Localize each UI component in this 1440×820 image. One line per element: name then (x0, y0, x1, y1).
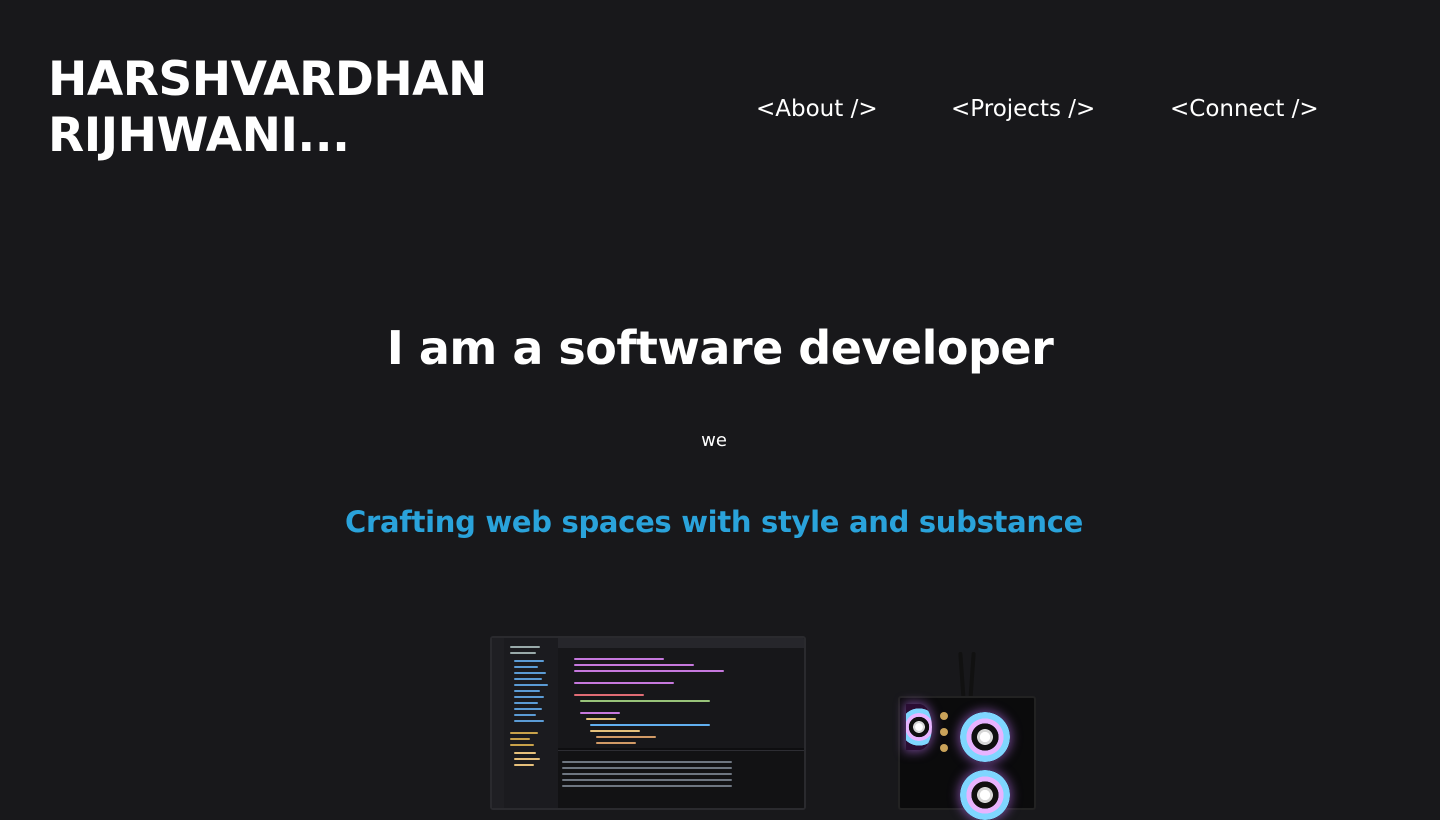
hero-typing-text: we (701, 430, 727, 451)
ide-tab-bar (558, 638, 804, 648)
wifi-antenna (958, 651, 966, 703)
rgb-fan-icon (960, 712, 1010, 762)
ide-code-editor (558, 648, 804, 748)
desktop-computer-illustration (0, 600, 1440, 820)
hero-subtitle: Crafting web spaces with style and subst… (345, 505, 1083, 539)
rgb-fan-icon (906, 704, 932, 750)
monitor-screen (490, 636, 806, 810)
wifi-antenna (968, 651, 976, 703)
rgb-fan-icon (960, 770, 1010, 820)
nav-link-about[interactable]: <About /> (756, 94, 878, 124)
ide-terminal (558, 750, 804, 808)
hero-title: I am a software developer (386, 321, 1054, 375)
ide-file-explorer (504, 638, 558, 808)
nav-link-connect[interactable]: <Connect /> (1170, 94, 1319, 124)
main-nav: <About /> <Projects /> <Connect /> (0, 94, 1440, 126)
ide-activity-bar (492, 638, 504, 808)
pc-tower (898, 696, 1036, 820)
nav-link-projects[interactable]: <Projects /> (951, 94, 1095, 124)
